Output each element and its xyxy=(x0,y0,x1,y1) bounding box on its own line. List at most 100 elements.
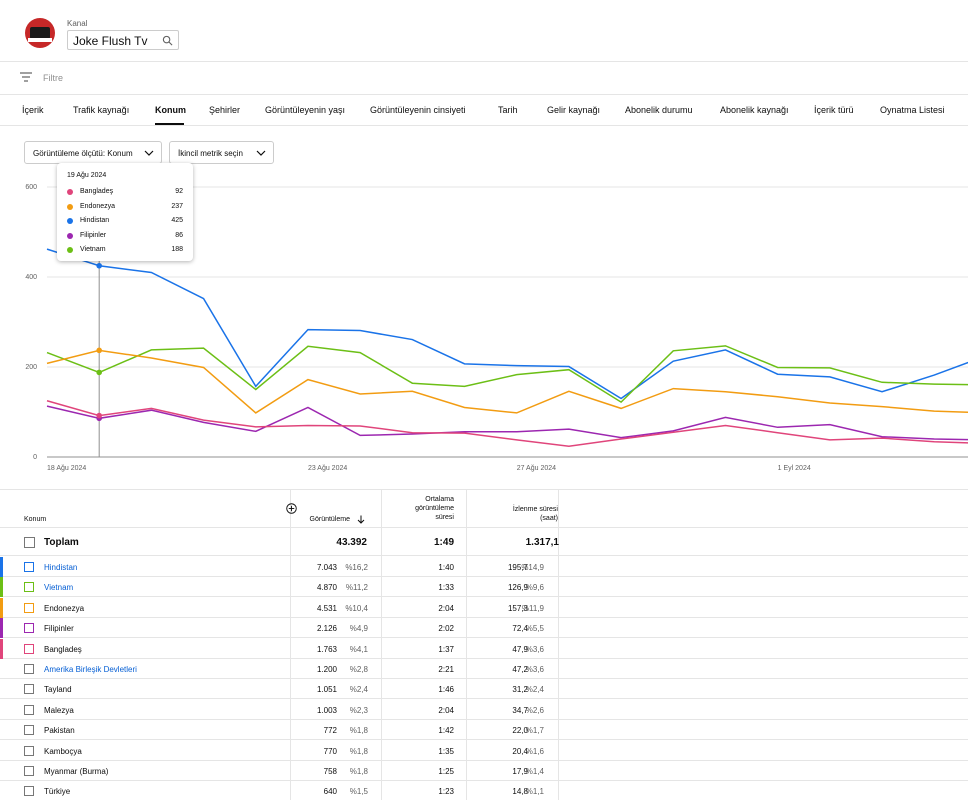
tab-konum[interactable]: Konum xyxy=(155,105,186,115)
row-checkbox[interactable] xyxy=(24,725,34,736)
row-checkbox[interactable] xyxy=(24,623,34,634)
row-views-percent: %2,3 xyxy=(349,705,368,715)
legend-dot xyxy=(67,218,73,224)
row-checkbox[interactable] xyxy=(24,745,34,756)
channel-selector[interactable]: Joke Flush Tv xyxy=(67,30,179,50)
row-views-percent: %1,8 xyxy=(349,767,368,776)
tooltip-series-value: 237 xyxy=(171,203,183,210)
tab-goruntuleyenin-cinsiyeti[interactable]: Görüntüleyenin cinsiyeti xyxy=(370,105,466,115)
row-watch-percent: %1,6 xyxy=(525,746,544,756)
tab-abonelik-durumu[interactable]: Abonelik durumu xyxy=(625,105,693,115)
total-label: Toplam xyxy=(44,537,79,548)
table-row[interactable]: Hindistan 7.043 %16,2 1:40 195,7 %14,9 xyxy=(0,557,968,577)
row-checkbox[interactable] xyxy=(24,664,34,674)
x-tick-label: 1 Eyl 2024 xyxy=(778,465,811,472)
total-checkbox[interactable] xyxy=(24,537,35,548)
series-color-bar xyxy=(0,597,3,618)
column-header-konum[interactable]: Konum xyxy=(24,515,46,524)
row-checkbox[interactable] xyxy=(24,643,34,654)
add-column-icon[interactable] xyxy=(286,503,297,514)
series-color-bar xyxy=(0,557,3,577)
row-watch-percent: %3,6 xyxy=(525,644,544,654)
row-checkbox[interactable] xyxy=(24,786,34,797)
series-line-endonezya[interactable] xyxy=(46,349,968,414)
table-row[interactable]: Amerika Birleşik Devletleri 1.200 %2,8 2:21… xyxy=(0,659,968,679)
table-top-divider xyxy=(0,489,968,490)
column-header-goruntuleme[interactable]: Görüntüleme xyxy=(310,515,350,524)
tab-goruntuleyenin-yasi[interactable]: Görüntüleyenin yaşı xyxy=(265,105,345,115)
row-views-percent: %2,8 xyxy=(349,665,368,674)
tab-icerik[interactable]: İçerik xyxy=(22,105,44,115)
row-checkbox[interactable] xyxy=(24,684,34,695)
x-tick-label: 23 Ağu 2024 xyxy=(308,465,347,472)
tab-sehirler[interactable]: Şehirler xyxy=(209,105,240,115)
row-avg-duration: 2:02 xyxy=(438,624,454,634)
series-color-bar xyxy=(0,700,3,720)
row-views: 4.870 xyxy=(316,583,337,593)
row-checkbox[interactable] xyxy=(24,562,34,572)
tooltip-row: Bangladeş 92 xyxy=(67,187,183,197)
tab-tarih[interactable]: Tarih xyxy=(498,105,518,115)
tooltip-series-value: 92 xyxy=(175,188,183,195)
table-row[interactable]: Malezya 1.003 %2,3 2:04 34,7 %2,6 xyxy=(0,700,968,720)
hover-point xyxy=(96,347,102,354)
series-color-bar xyxy=(0,781,3,800)
tab-gelir-kaynagi[interactable]: Gelir kaynağı xyxy=(547,105,600,115)
row-checkbox[interactable] xyxy=(24,704,34,715)
tooltip-series-value: 86 xyxy=(175,232,183,239)
tab-abonelik-kaynagi[interactable]: Abonelik kaynağı xyxy=(720,105,789,115)
secondary-metric-dropdown[interactable]: İkincil metrik seçin xyxy=(169,141,274,164)
row-views-percent: %4,9 xyxy=(349,624,368,634)
metric-dropdown[interactable]: Görüntüleme ölçütü: Konum xyxy=(24,141,162,164)
table-row[interactable]: Endonezya 4.531 %10,4 2:04 157,3 %11,9 xyxy=(0,597,968,618)
series-line-bangladeş[interactable] xyxy=(46,400,968,447)
row-country-name[interactable]: Hindistan xyxy=(44,563,77,572)
row-country-name: Filipinler xyxy=(44,624,74,634)
row-checkbox[interactable] xyxy=(24,602,34,613)
table-row[interactable]: Pakistan 772 %1,8 1:42 22,0 %1,7 xyxy=(0,720,968,741)
row-country-name[interactable]: Amerika Birleşik Devletleri xyxy=(44,665,137,674)
table-row[interactable]: Myanmar (Burma) 758 %1,8 1:25 17,9 %1,4 xyxy=(0,761,968,781)
series-line-vietnam[interactable] xyxy=(46,345,968,404)
header-line: İzlenme süresi xyxy=(512,506,558,513)
row-watch-percent: %11,9 xyxy=(521,603,544,613)
y-tick-label: 200 xyxy=(25,364,37,371)
table-row[interactable]: Tayland 1.051 %2,4 1:46 31,2 %2,4 xyxy=(0,679,968,700)
row-country-name: Bangladeş xyxy=(44,644,82,654)
row-views-percent: %16,2 xyxy=(345,563,368,572)
table-row[interactable]: Bangladeş 1.763 %4,1 1:37 47,9 %3,6 xyxy=(0,638,968,659)
channel-avatar[interactable] xyxy=(25,18,55,48)
filter-input[interactable]: Filtre xyxy=(43,73,63,83)
series-color-bar xyxy=(0,679,3,699)
row-country-name: Türkiye xyxy=(44,787,71,797)
table-row[interactable]: Vietnam 4.870 %11,2 1:33 126,9 %9,6 xyxy=(0,577,968,598)
row-country-name: Endonezya xyxy=(44,603,85,613)
series-color-bar xyxy=(0,741,3,761)
table-row[interactable]: Filipinler 2.126 %4,9 2:02 72,4 %5,5 xyxy=(0,618,968,639)
series-color-bar xyxy=(0,659,3,679)
row-checkbox[interactable] xyxy=(24,766,34,776)
row-views: 7.043 xyxy=(316,563,337,572)
secondary-metric-label: İkincil metrik seçin xyxy=(178,149,243,158)
column-header-izlenme[interactable]: İzlenme süresi (saat) xyxy=(513,505,558,523)
tab-icerik-turu[interactable]: İçerik türü xyxy=(814,105,854,115)
tooltip-series-name: Vietnam xyxy=(80,246,106,253)
row-country-name[interactable]: Vietnam xyxy=(44,583,73,592)
row-watch-percent: %5,5 xyxy=(525,624,544,634)
row-views-percent: %1,8 xyxy=(349,746,368,756)
row-views-percent: %1,5 xyxy=(349,787,368,797)
avatar-logo-stripe xyxy=(28,38,52,42)
row-checkbox[interactable] xyxy=(24,582,34,593)
column-header-ortalama[interactable]: Ortalama görüntüleme süresi xyxy=(415,495,454,522)
hover-point xyxy=(96,369,102,376)
chevron-down-icon xyxy=(144,150,154,156)
table-row[interactable]: Türkiye 640 %1,5 1:23 14,8 %1,1 xyxy=(0,781,968,800)
sort-arrow-down-icon[interactable] xyxy=(357,515,365,524)
table-row[interactable]: Kamboçya 770 %1,8 1:35 20,4 %1,6 xyxy=(0,741,968,761)
x-tick-label: 18 Ağu 2024 xyxy=(47,465,86,472)
filter-icon[interactable] xyxy=(20,72,32,82)
tab-trafik-kaynagi[interactable]: Trafik kaynağı xyxy=(73,105,129,115)
search-icon[interactable] xyxy=(162,35,173,46)
column-header-goruntuleme-label: Görüntüleme xyxy=(309,516,350,523)
tab-oynatma-listesi[interactable]: Oynatma Listesi xyxy=(880,105,945,115)
